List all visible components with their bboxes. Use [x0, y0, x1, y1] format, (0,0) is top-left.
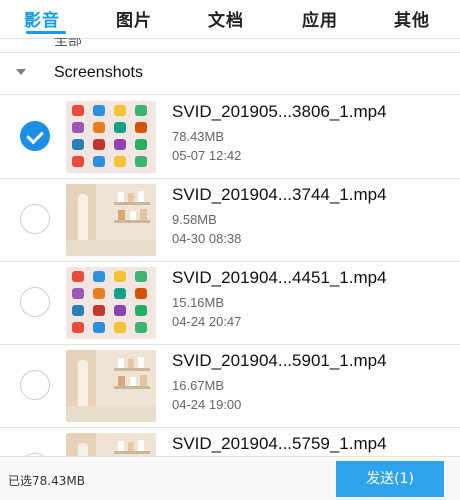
file-name: SVID_201904...4451_1.mp4: [172, 268, 387, 287]
file-row[interactable]: SVID_201905...3806_1.mp4 78.43MB 05-07 12:…: [0, 96, 460, 178]
tab-bar: 影音 图片 文档 应用 其他: [0, 0, 460, 38]
file-size: 9.58MB: [172, 212, 217, 227]
file-row[interactable]: SVID_201904...3744_1.mp4 9.58MB 04-30 08:3…: [0, 179, 460, 261]
divider: [0, 52, 460, 53]
previous-group-label: 全部: [54, 38, 82, 49]
file-date: 05-07 12:42: [172, 148, 242, 163]
file-row[interactable]: SVID_201904...5901_1.mp4 16.67MB 04-24 19:…: [0, 345, 460, 427]
tab-apps[interactable]: 应用: [302, 6, 338, 31]
select-checkbox[interactable]: [20, 370, 50, 400]
video-thumbnail: [66, 184, 156, 256]
bottom-bar: 已选78.43MB 发送(1): [0, 456, 460, 500]
tab-other[interactable]: 其他: [394, 6, 430, 31]
group-title: Screenshots: [54, 64, 143, 81]
tab-images[interactable]: 图片: [116, 6, 152, 31]
caret-down-icon[interactable]: [16, 69, 26, 75]
divider: [0, 94, 460, 95]
file-size: 16.67MB: [172, 378, 225, 393]
file-name: SVID_201904...5759_1.mp4: [172, 434, 387, 453]
send-button[interactable]: 发送(1): [336, 461, 444, 497]
video-thumbnail: [66, 350, 156, 422]
file-size: 15.16MB: [172, 295, 225, 310]
file-name: SVID_201904...5901_1.mp4: [172, 351, 387, 370]
file-date: 04-24 20:47: [172, 314, 242, 329]
file-name: SVID_201904...3744_1.mp4: [172, 185, 387, 204]
select-checkbox[interactable]: [20, 121, 50, 151]
file-size: 78.43MB: [172, 129, 225, 144]
group-header-screenshots[interactable]: Screenshots: [0, 56, 460, 92]
previous-group-header[interactable]: 全部: [0, 38, 460, 52]
file-row[interactable]: SVID_201904...4451_1.mp4 15.16MB 04-24 20:…: [0, 262, 460, 344]
select-checkbox[interactable]: [20, 287, 50, 317]
tab-documents[interactable]: 文档: [208, 6, 244, 31]
active-tab-indicator: [26, 31, 66, 34]
video-thumbnail: [66, 101, 156, 173]
tab-media[interactable]: 影音: [24, 6, 60, 31]
select-checkbox[interactable]: [20, 204, 50, 234]
file-date: 04-30 08:38: [172, 231, 242, 246]
file-name: SVID_201905...3806_1.mp4: [172, 102, 387, 121]
file-date: 04-24 19:00: [172, 397, 242, 412]
selected-size-text: 已选78.43MB: [8, 474, 85, 488]
video-thumbnail: [66, 267, 156, 339]
